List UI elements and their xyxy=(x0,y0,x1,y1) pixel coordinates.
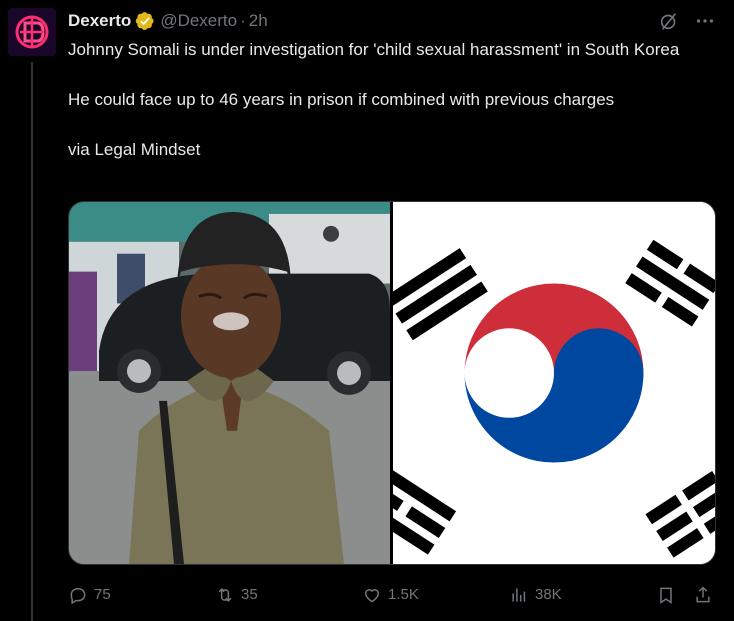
author-name[interactable]: Dexerto xyxy=(68,11,131,31)
share-icon xyxy=(696,586,710,603)
author-handle[interactable]: @Dexerto xyxy=(160,11,237,31)
avatar[interactable] xyxy=(8,8,56,56)
tweet-paragraph: He could face up to 46 years in prison i… xyxy=(68,90,615,109)
more-icon[interactable] xyxy=(694,10,716,32)
retweet-count: 35 xyxy=(241,586,258,603)
retweet-icon xyxy=(218,588,232,602)
reply-icon xyxy=(70,588,86,605)
tweet-top-actions xyxy=(658,10,716,32)
timestamp[interactable]: 2h xyxy=(249,11,268,31)
verified-badge-icon xyxy=(135,11,155,31)
tweet-media[interactable] xyxy=(68,201,716,565)
thread-line xyxy=(31,62,33,621)
like-button[interactable]: 1.5K xyxy=(362,583,419,607)
bookmark-button[interactable] xyxy=(656,583,682,607)
tweet-actions: 75 35 1.5K 38K xyxy=(68,583,718,607)
reply-button[interactable]: 75 xyxy=(68,583,111,607)
tweet-paragraph: via Legal Mindset xyxy=(68,140,201,159)
dexerto-logo xyxy=(8,8,56,56)
bookmark-icon xyxy=(660,587,672,604)
reply-count: 75 xyxy=(94,586,111,603)
like-count: 1.5K xyxy=(388,586,419,603)
tweet-text: Johnny Somali is under investigation for… xyxy=(68,37,718,162)
share-button[interactable] xyxy=(693,583,719,607)
grok-icon[interactable] xyxy=(658,10,680,32)
photo-korea-flag[interactable] xyxy=(393,202,715,564)
retweet-button[interactable]: 35 xyxy=(215,583,258,607)
views-icon xyxy=(512,588,526,602)
tweet-header: Dexerto @Dexerto · 2h xyxy=(68,10,268,32)
separator-dot: · xyxy=(240,11,246,30)
like-icon xyxy=(364,589,380,603)
views-button[interactable]: 38K xyxy=(509,583,562,607)
tweet-paragraph: Johnny Somali is under investigation for… xyxy=(68,40,680,59)
views-count: 38K xyxy=(535,586,562,603)
photo-person[interactable] xyxy=(69,202,390,564)
